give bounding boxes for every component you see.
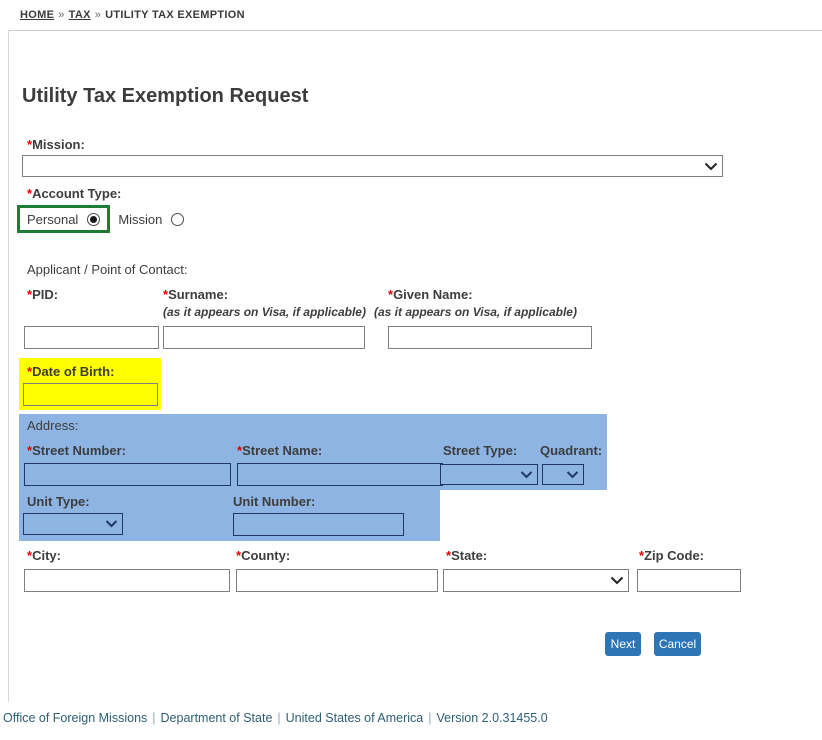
- county-input[interactable]: [236, 569, 438, 592]
- dob-label: *Date of Birth:: [27, 364, 114, 379]
- street-name-input[interactable]: [237, 463, 443, 486]
- quadrant-select[interactable]: [542, 464, 584, 485]
- street-number-label: *Street Number:: [27, 443, 126, 458]
- utility-tax-exemption-page: HOME»TAX»UTILITY TAX EXEMPTION Utility T…: [0, 0, 822, 740]
- footer-united-states: United States of America: [286, 711, 424, 725]
- mission-radio[interactable]: [171, 213, 184, 226]
- surname-visa-note: (as it appears on Visa, if applicable): [163, 305, 366, 319]
- footer-separator: |: [423, 711, 436, 725]
- pid-input[interactable]: [24, 326, 159, 349]
- breadcrumb-tax-link[interactable]: TAX: [69, 9, 91, 21]
- street-number-input[interactable]: [24, 463, 231, 486]
- given-name-input[interactable]: [388, 326, 592, 349]
- footer-version: Version 2.0.31455.0: [436, 711, 547, 725]
- zip-code-label: *Zip Code:: [639, 548, 704, 563]
- unit-type-select[interactable]: [23, 513, 123, 535]
- page-title: Utility Tax Exemption Request: [22, 85, 308, 108]
- zip-code-input[interactable]: [637, 569, 741, 592]
- personal-option-highlight-box: Personal: [17, 205, 110, 233]
- left-border-line: [8, 30, 9, 702]
- unit-number-label: Unit Number:: [233, 494, 315, 509]
- chevron-down-icon: [704, 162, 718, 171]
- street-type-label: Street Type:: [443, 443, 517, 458]
- mission-option-label: Mission: [118, 212, 162, 227]
- surname-input[interactable]: [163, 326, 365, 349]
- chevron-down-icon: [566, 471, 579, 479]
- city-label: *City:: [27, 548, 61, 563]
- pid-label: *PID:: [27, 287, 58, 302]
- breadcrumb: HOME»TAX»UTILITY TAX EXEMPTION: [20, 9, 245, 21]
- next-button[interactable]: Next: [605, 632, 641, 656]
- street-name-label: *Street Name:: [237, 443, 322, 458]
- chevron-down-icon: [105, 520, 118, 528]
- breadcrumb-home-link[interactable]: HOME: [20, 9, 54, 21]
- given-name-visa-note: (as it appears on Visa, if applicable): [374, 305, 577, 319]
- header-divider: [8, 30, 822, 31]
- state-select[interactable]: [443, 569, 629, 592]
- unit-type-label: Unit Type:: [27, 494, 90, 509]
- footer-separator: |: [147, 711, 160, 725]
- street-type-select[interactable]: [440, 464, 538, 485]
- county-label: *County:: [236, 548, 290, 563]
- dob-input[interactable]: [23, 383, 158, 406]
- chevron-down-icon: [610, 576, 624, 585]
- applicant-section-heading: Applicant / Point of Contact:: [27, 262, 187, 277]
- unit-number-input[interactable]: [233, 513, 404, 536]
- given-name-label: *Given Name:: [388, 287, 473, 302]
- chevron-down-icon: [520, 471, 533, 479]
- mission-select[interactable]: [22, 155, 723, 177]
- surname-label: *Surname:: [163, 287, 228, 302]
- address-section-heading: Address:: [27, 418, 78, 433]
- radio-selected-dot: [90, 216, 97, 223]
- footer-office-of-foreign-missions: Office of Foreign Missions: [3, 711, 147, 725]
- footer-department-of-state: Department of State: [161, 711, 273, 725]
- footer-separator: |: [272, 711, 285, 725]
- breadcrumb-separator: »: [91, 9, 105, 21]
- footer: Office of Foreign Missions|Department of…: [3, 711, 548, 725]
- city-input[interactable]: [24, 569, 230, 592]
- personal-radio[interactable]: [87, 213, 100, 226]
- quadrant-label: Quadrant:: [540, 443, 602, 458]
- mission-label: *Mission:: [27, 137, 85, 152]
- state-label: *State:: [446, 548, 487, 563]
- breadcrumb-separator: »: [54, 9, 68, 21]
- account-type-options: Personal Mission: [17, 205, 184, 233]
- cancel-button[interactable]: Cancel: [654, 632, 701, 656]
- account-type-label: *Account Type:: [27, 186, 121, 201]
- breadcrumb-current: UTILITY TAX EXEMPTION: [105, 9, 245, 21]
- personal-option-label: Personal: [27, 212, 78, 227]
